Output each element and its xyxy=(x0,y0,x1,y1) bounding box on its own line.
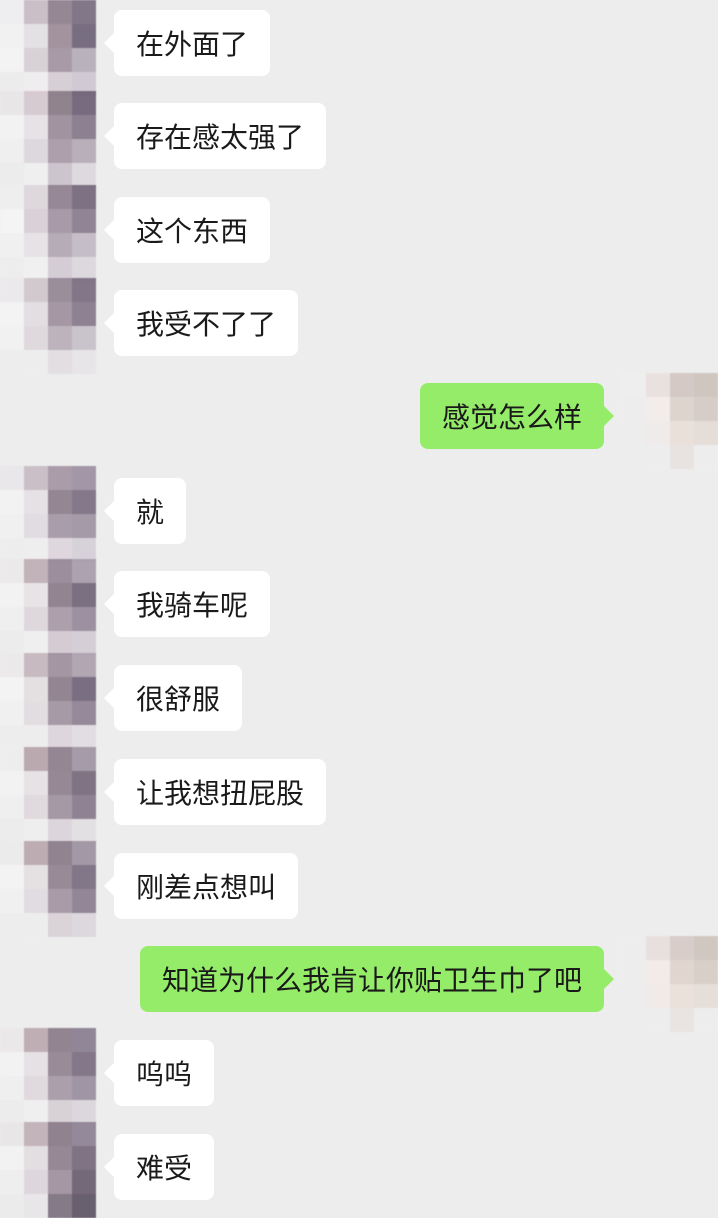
outgoing-message-bubble[interactable]: 知道为什么我肯让你贴卫生巾了吧 xyxy=(139,946,615,1012)
incoming-message-bubble[interactable]: 难受 xyxy=(103,1134,215,1200)
incoming-message-bubble[interactable]: 这个东西 xyxy=(103,197,271,263)
contact-avatar-icon[interactable] xyxy=(0,466,96,562)
contact-avatar-icon[interactable] xyxy=(0,1028,96,1124)
contact-avatar-icon[interactable] xyxy=(0,278,96,374)
incoming-message-bubble[interactable]: 在外面了 xyxy=(103,10,271,76)
incoming-message-bubble[interactable]: 刚差点想叫 xyxy=(103,853,299,919)
contact-avatar-icon[interactable] xyxy=(0,559,96,655)
contact-avatar-icon[interactable] xyxy=(0,0,96,96)
self-avatar-icon[interactable] xyxy=(622,373,718,469)
incoming-message-bubble[interactable]: 我骑车呢 xyxy=(103,571,271,637)
contact-avatar-icon[interactable] xyxy=(0,91,96,187)
incoming-message-bubble[interactable]: 很舒服 xyxy=(103,665,243,731)
incoming-message-bubble[interactable]: 存在感太强了 xyxy=(103,103,327,169)
contact-avatar-icon[interactable] xyxy=(0,1122,96,1218)
incoming-message-bubble[interactable]: 让我想扭屁股 xyxy=(103,759,327,825)
incoming-message-bubble[interactable]: 就 xyxy=(103,478,187,544)
contact-avatar-icon[interactable] xyxy=(0,841,96,937)
incoming-message-bubble[interactable]: 呜呜 xyxy=(103,1040,215,1106)
contact-avatar-icon[interactable] xyxy=(0,653,96,749)
incoming-message-bubble[interactable]: 我受不了了 xyxy=(103,290,299,356)
outgoing-message-bubble[interactable]: 感觉怎么样 xyxy=(419,383,615,449)
chat-message-list: 在外面了 存在感太强了 这个东西 我受不了了 感觉怎么样 就 我骑车呢 很舒服 … xyxy=(0,0,718,1218)
self-avatar-icon[interactable] xyxy=(622,936,718,1032)
contact-avatar-icon[interactable] xyxy=(0,185,96,281)
contact-avatar-icon[interactable] xyxy=(0,747,96,843)
